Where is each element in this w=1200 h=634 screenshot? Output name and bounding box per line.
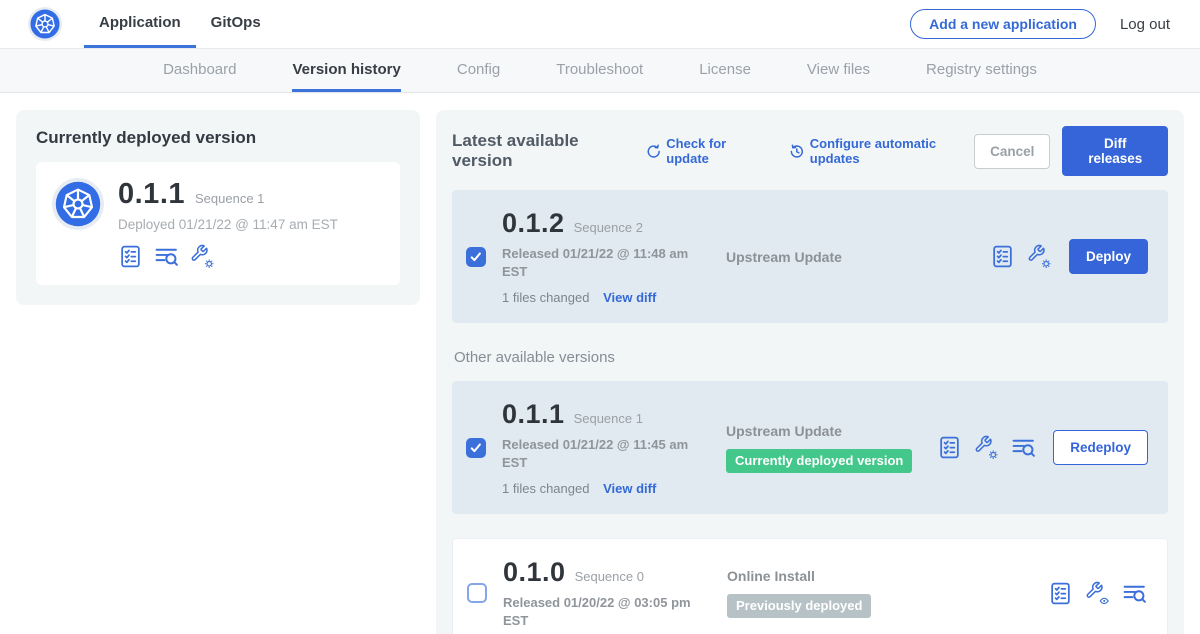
version-number: 0.1.1: [502, 399, 565, 430]
currently-deployed-badge: Currently deployed version: [726, 449, 912, 473]
released-date: Released 01/20/22 @ 03:05 pm EST: [503, 594, 691, 629]
version-source: Online Install: [727, 568, 1048, 584]
kubernetes-app-icon: [52, 178, 104, 230]
view-diff-link[interactable]: View diff: [603, 481, 656, 496]
version-checkbox[interactable]: [467, 583, 487, 603]
checkmark-icon: [469, 250, 483, 264]
version-row-0-1-1: 0.1.1 Sequence 1 Released 01/21/22 @ 11:…: [452, 381, 1168, 514]
deployed-panel-title: Currently deployed version: [36, 128, 400, 148]
version-source: Upstream Update: [726, 249, 990, 265]
version-row-0-1-2: 0.1.2 Sequence 2 Released 01/21/22 @ 11:…: [452, 190, 1168, 323]
diff-releases-button[interactable]: Diff releases: [1062, 126, 1168, 176]
tab-version-history[interactable]: Version history: [292, 49, 400, 92]
top-tabs: Application GitOps: [84, 0, 276, 48]
release-notes-icon[interactable]: [937, 435, 962, 460]
release-notes-icon[interactable]: [990, 244, 1015, 269]
check-for-update-link[interactable]: Check for update: [646, 136, 763, 166]
version-number: 0.1.2: [502, 208, 565, 239]
tab-registry-settings[interactable]: Registry settings: [926, 49, 1037, 92]
kubernetes-logo-icon: [28, 7, 62, 41]
version-sequence: Sequence 1: [574, 411, 643, 426]
edit-config-gear-icon[interactable]: [1027, 244, 1052, 269]
sub-nav: Dashboard Version history Config Trouble…: [0, 49, 1200, 93]
redeploy-button[interactable]: Redeploy: [1053, 430, 1148, 465]
tab-troubleshoot[interactable]: Troubleshoot: [556, 49, 643, 92]
preflight-view-eye-icon[interactable]: [1085, 581, 1110, 606]
tab-license[interactable]: License: [699, 49, 751, 92]
view-files-search-icon[interactable]: [1011, 435, 1036, 460]
release-notes-icon[interactable]: [1048, 581, 1073, 606]
version-sequence: Sequence 0: [575, 569, 644, 584]
version-number: 0.1.0: [503, 557, 566, 588]
topnav-spacer: [276, 0, 910, 48]
version-source: Upstream Update: [726, 423, 937, 439]
tab-dashboard[interactable]: Dashboard: [163, 49, 236, 92]
deployed-version-sequence: Sequence 1: [195, 191, 264, 206]
release-notes-icon[interactable]: [118, 244, 143, 269]
edit-config-gear-icon[interactable]: [974, 435, 999, 460]
deployed-version-card: 0.1.1 Sequence 1 Deployed 01/21/22 @ 11:…: [36, 162, 400, 285]
tab-gitops[interactable]: GitOps: [196, 0, 276, 48]
currently-deployed-panel: Currently deployed version 0.1.1 Sequenc…: [16, 110, 420, 305]
files-changed-label: 1 files changed: [502, 290, 589, 305]
version-checkbox[interactable]: [466, 247, 486, 267]
previously-deployed-badge: Previously deployed: [727, 594, 871, 618]
available-header: Latest available version Check for updat…: [452, 126, 1168, 176]
version-checkbox[interactable]: [466, 438, 486, 458]
released-date: Released 01/21/22 @ 11:48 am EST: [502, 245, 690, 280]
main-content: Currently deployed version 0.1.1 Sequenc…: [0, 93, 1200, 634]
view-diff-link[interactable]: View diff: [603, 290, 656, 305]
edit-config-gear-icon[interactable]: [190, 244, 215, 269]
configure-automatic-updates-link[interactable]: Configure automatic updates: [789, 136, 974, 166]
add-application-button[interactable]: Add a new application: [910, 9, 1096, 39]
logout-link[interactable]: Log out: [1120, 16, 1170, 33]
tab-application[interactable]: Application: [84, 0, 196, 48]
refresh-icon: [646, 143, 662, 160]
view-files-search-icon[interactable]: [154, 244, 179, 269]
tab-config[interactable]: Config: [457, 49, 500, 92]
released-date: Released 01/21/22 @ 11:45 am EST: [502, 436, 690, 471]
cancel-button[interactable]: Cancel: [974, 134, 1050, 169]
view-files-search-icon[interactable]: [1122, 581, 1147, 606]
top-nav: Application GitOps Add a new application…: [0, 0, 1200, 49]
schedule-history-icon: [789, 143, 805, 160]
other-available-versions-title: Other available versions: [454, 349, 1168, 366]
tab-view-files[interactable]: View files: [807, 49, 870, 92]
version-row-0-1-0: 0.1.0 Sequence 0 Released 01/20/22 @ 03:…: [452, 538, 1168, 634]
deploy-button[interactable]: Deploy: [1069, 239, 1148, 274]
latest-available-title: Latest available version: [452, 131, 628, 171]
deployed-version-number: 0.1.1: [118, 178, 185, 211]
files-changed-label: 1 files changed: [502, 481, 589, 496]
available-versions-panel: Latest available version Check for updat…: [436, 110, 1184, 634]
version-sequence: Sequence 2: [574, 220, 643, 235]
checkmark-icon: [469, 441, 483, 455]
deployed-date: Deployed 01/21/22 @ 11:47 am EST: [118, 217, 338, 232]
